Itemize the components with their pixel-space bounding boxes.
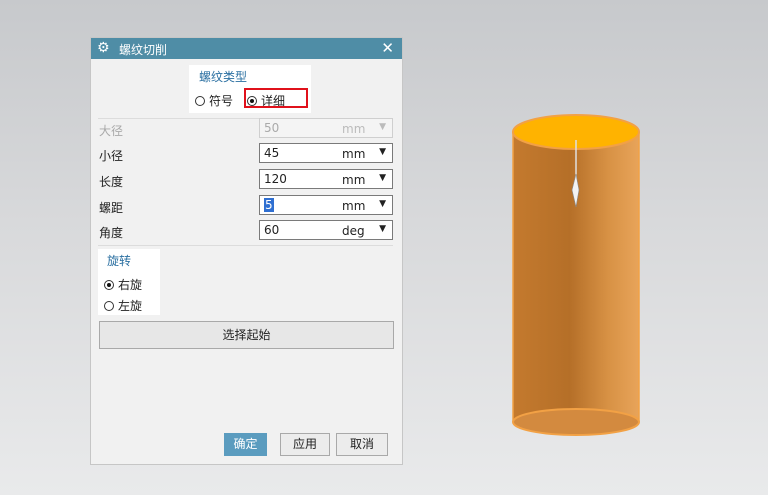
rotation-title: 旋转 [107, 254, 132, 268]
highlight-box [244, 88, 308, 108]
gear-icon: ⚙ [97, 40, 110, 56]
minor-diameter-value[interactable]: 45 [264, 146, 279, 160]
length-label: 长度 [99, 175, 124, 189]
cylinder-bottom [512, 408, 640, 436]
chevron-down-icon[interactable]: ▼ [379, 199, 386, 209]
length-unit[interactable]: mm [342, 173, 365, 187]
select-start-button[interactable]: 选择起始 [99, 321, 394, 349]
radio-left-hand-label: 左旋 [118, 299, 143, 313]
divider [98, 245, 393, 246]
cancel-button[interactable]: 取消 [336, 433, 388, 456]
rotation-group: 旋转 右旋 左旋 [98, 249, 160, 315]
radio-right-hand[interactable]: 右旋 [104, 276, 142, 293]
radio-left-hand[interactable]: 左旋 [104, 297, 142, 314]
pitch-field[interactable]: 5 mm ▼ [259, 195, 393, 215]
ok-button[interactable]: 确定 [224, 433, 267, 456]
radio-left-hand-indicator[interactable] [104, 300, 114, 311]
dialog-title: 螺纹切削 [119, 43, 168, 57]
radio-right-hand-label: 右旋 [118, 278, 143, 292]
chevron-down-icon[interactable]: ▼ [379, 147, 386, 157]
major-diameter-unit: mm [342, 122, 366, 136]
angle-label: 角度 [99, 226, 124, 240]
major-diameter-value: 50 [264, 121, 280, 135]
apply-button[interactable]: 应用 [280, 433, 330, 456]
length-value[interactable]: 120 [264, 172, 287, 186]
radio-symbol-label: 符号 [209, 94, 234, 108]
major-diameter-field: 50 mm ▼ [259, 118, 393, 138]
angle-field[interactable]: 60 deg ▼ [259, 220, 393, 240]
minor-diameter-label: 小径 [99, 149, 124, 163]
pitch-unit[interactable]: mm [342, 199, 365, 213]
dialog-titlebar[interactable]: ⚙ 螺纹切削 ✕ [91, 38, 402, 59]
thread-cutting-dialog: ⚙ 螺纹切削 ✕ 螺纹类型 符号 详细 大径 50 mm ▼ 小径 45 mm … [90, 37, 403, 465]
angle-unit[interactable]: deg [342, 224, 365, 238]
radio-right-hand-indicator[interactable] [104, 279, 114, 290]
length-field[interactable]: 120 mm ▼ [259, 169, 393, 189]
major-diameter-label: 大径 [99, 124, 124, 138]
chevron-down-icon[interactable]: ▼ [379, 173, 386, 183]
chevron-down-icon: ▼ [379, 122, 386, 132]
angle-value[interactable]: 60 [264, 223, 279, 237]
minor-diameter-field[interactable]: 45 mm ▼ [259, 143, 393, 163]
close-icon[interactable]: ✕ [381, 38, 394, 59]
minor-diameter-unit[interactable]: mm [342, 147, 365, 161]
radio-symbol-indicator[interactable] [195, 95, 205, 106]
thread-type-title: 螺纹类型 [199, 70, 248, 84]
pitch-label: 螺距 [99, 201, 124, 215]
cylinder-model[interactable] [506, 112, 646, 447]
chevron-down-icon[interactable]: ▼ [379, 224, 386, 234]
radio-symbol[interactable]: 符号 [195, 92, 233, 109]
pitch-value[interactable]: 5 [264, 198, 274, 212]
